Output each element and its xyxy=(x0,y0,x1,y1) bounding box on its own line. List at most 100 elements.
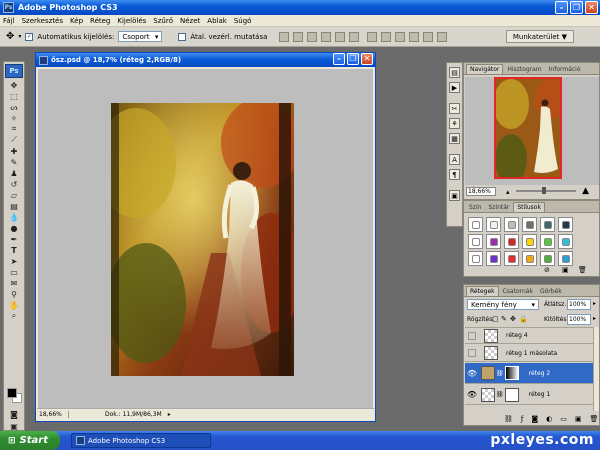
zoom-tool-icon[interactable]: ⌕ xyxy=(7,311,21,321)
style-swatch[interactable] xyxy=(468,217,483,232)
tab-color[interactable]: Szín xyxy=(466,203,484,212)
adjustment-layer-icon[interactable]: ◐ xyxy=(546,415,552,423)
lock-position-icon[interactable]: ✥ xyxy=(510,315,516,323)
eye-icon[interactable]: 👁 xyxy=(467,390,477,400)
align-top-icon[interactable] xyxy=(279,31,290,42)
history-brush-icon[interactable]: ↺ xyxy=(7,179,21,189)
style-swatch[interactable] xyxy=(522,251,537,266)
tab-info[interactable]: Információ xyxy=(546,65,584,74)
style-swatch[interactable] xyxy=(558,251,573,266)
transform-controls-checkbox[interactable] xyxy=(178,32,187,41)
document-zoom[interactable]: 18,66% xyxy=(39,411,69,418)
style-swatch[interactable] xyxy=(504,234,519,249)
lock-image-icon[interactable]: ✎ xyxy=(501,315,507,323)
distribute-left-icon[interactable] xyxy=(409,31,420,42)
lock-all-icon[interactable]: 🔒 xyxy=(519,315,528,323)
marquee-tool-icon[interactable]: ⬚ xyxy=(7,91,21,101)
blur-tool-icon[interactable]: 💧 xyxy=(7,212,21,222)
fill-input[interactable]: 100% xyxy=(567,314,591,325)
workspace-button[interactable]: Munkaterület ▼ xyxy=(505,30,574,43)
style-swatch[interactable] xyxy=(558,234,573,249)
screen-mode-icon[interactable]: ▣ xyxy=(7,421,21,431)
maximize-button[interactable]: ❐ xyxy=(570,1,583,14)
document-minimize-button[interactable]: – xyxy=(333,53,345,65)
eye-icon[interactable]: 👁 xyxy=(467,368,477,378)
distribute-top-icon[interactable] xyxy=(367,31,378,42)
foreground-color-swatch[interactable] xyxy=(7,388,17,398)
style-swatch[interactable] xyxy=(558,217,573,232)
close-button[interactable]: ✕ xyxy=(585,1,598,14)
zoom-in-icon[interactable]: ▲ xyxy=(582,186,589,196)
path-selection-icon[interactable]: ➤ xyxy=(7,256,21,266)
document-canvas[interactable] xyxy=(38,69,373,408)
taskbar-photoshop-item[interactable]: Adobe Photoshop CS3 xyxy=(71,433,211,448)
dodge-tool-icon[interactable]: ● xyxy=(7,223,21,233)
layer-comps-icon[interactable]: ▣ xyxy=(449,190,460,201)
layer-row[interactable]: réteg 1 másolata xyxy=(465,345,599,362)
style-swatch[interactable] xyxy=(504,217,519,232)
move-tool-icon[interactable]: ✥ xyxy=(6,31,14,42)
minimize-button[interactable]: – xyxy=(555,1,568,14)
distribute-center-icon[interactable] xyxy=(423,31,434,42)
menu-window[interactable]: Ablak xyxy=(207,17,227,25)
brushes-panel-icon[interactable]: ⚘ xyxy=(449,118,460,129)
tab-layers[interactable]: Rétegek xyxy=(466,286,499,296)
layer-row-selected[interactable]: 👁 ⛓ réteg 2 xyxy=(465,363,599,384)
new-layer-icon[interactable]: ▣ xyxy=(575,415,582,423)
layer-visibility-toggle[interactable] xyxy=(468,349,476,357)
auto-select-dropdown[interactable]: Csoport ▾ xyxy=(118,31,163,42)
align-left-icon[interactable] xyxy=(321,31,332,42)
style-swatch[interactable] xyxy=(540,251,555,266)
shape-tool-icon[interactable]: ▭ xyxy=(7,267,21,277)
layer-style-icon[interactable]: ƒ xyxy=(521,415,523,423)
layer-row[interactable]: réteg 4 xyxy=(465,327,599,344)
layer-mask-thumbnail[interactable] xyxy=(504,366,519,380)
tool-presets-icon[interactable]: ✂ xyxy=(449,103,460,114)
gradient-tool-icon[interactable]: ▤ xyxy=(7,201,21,211)
document-close-button[interactable]: ✕ xyxy=(361,53,373,65)
pen-tool-icon[interactable]: ✒ xyxy=(7,234,21,244)
fill-chevron-icon[interactable]: ▸ xyxy=(593,315,596,322)
clone-source-icon[interactable]: ▦ xyxy=(449,133,460,144)
align-center-icon[interactable] xyxy=(335,31,346,42)
menu-image[interactable]: Kép xyxy=(70,17,83,25)
paragraph-panel-icon[interactable]: ¶ xyxy=(449,169,460,180)
distribute-bottom-icon[interactable] xyxy=(395,31,406,42)
menu-view[interactable]: Nézet xyxy=(180,17,200,25)
eraser-tool-icon[interactable]: ▱ xyxy=(7,190,21,200)
clear-style-icon[interactable]: ⊘ xyxy=(544,266,550,274)
style-swatch[interactable] xyxy=(486,234,501,249)
hand-tool-icon[interactable]: ✋ xyxy=(7,300,21,310)
document-maximize-button[interactable]: ❐ xyxy=(347,53,359,65)
layers-scrollbar[interactable] xyxy=(593,327,599,411)
opacity-chevron-icon[interactable]: ▸ xyxy=(593,300,596,307)
tab-histogram[interactable]: Hisztogram xyxy=(504,65,544,74)
lasso-tool-icon[interactable]: ᔕ xyxy=(7,102,21,112)
delete-layer-icon[interactable]: 🗑 xyxy=(590,415,599,423)
layer-mask-thumbnail[interactable] xyxy=(504,387,519,402)
lock-transparency-icon[interactable]: ▢ xyxy=(492,315,499,323)
style-swatch[interactable] xyxy=(486,217,501,232)
style-swatch[interactable] xyxy=(486,251,501,266)
navigator-view-box[interactable] xyxy=(494,77,562,179)
layer-row[interactable]: 👁 ⛓ réteg 1 xyxy=(465,385,599,405)
navigator-zoom-field[interactable]: 18,66% xyxy=(466,187,496,196)
style-swatch[interactable] xyxy=(468,251,483,266)
healing-brush-icon[interactable]: ✚ xyxy=(7,146,21,156)
menu-layer[interactable]: Réteg xyxy=(90,17,110,25)
move-tool-icon[interactable]: ✥ xyxy=(7,80,21,90)
delete-style-icon[interactable]: 🗑 xyxy=(578,266,587,274)
slice-tool-icon[interactable]: ⟋ xyxy=(7,135,21,145)
tab-channels[interactable]: Csatornák xyxy=(500,287,536,296)
tool-preset-icon[interactable]: ▾ xyxy=(18,33,21,40)
tab-navigator[interactable]: Navigátor xyxy=(466,64,504,74)
distribute-middle-icon[interactable] xyxy=(381,31,392,42)
notes-tool-icon[interactable]: ✉ xyxy=(7,278,21,288)
history-panel-icon[interactable]: ▤ xyxy=(449,67,460,78)
tab-swatches[interactable]: Színtár xyxy=(485,203,512,212)
new-group-icon[interactable]: ▭ xyxy=(560,415,567,423)
zoom-out-icon[interactable]: ▴ xyxy=(506,188,510,196)
align-right-icon[interactable] xyxy=(349,31,360,42)
style-swatch[interactable] xyxy=(540,217,555,232)
tab-paths[interactable]: Görbék xyxy=(537,287,565,296)
